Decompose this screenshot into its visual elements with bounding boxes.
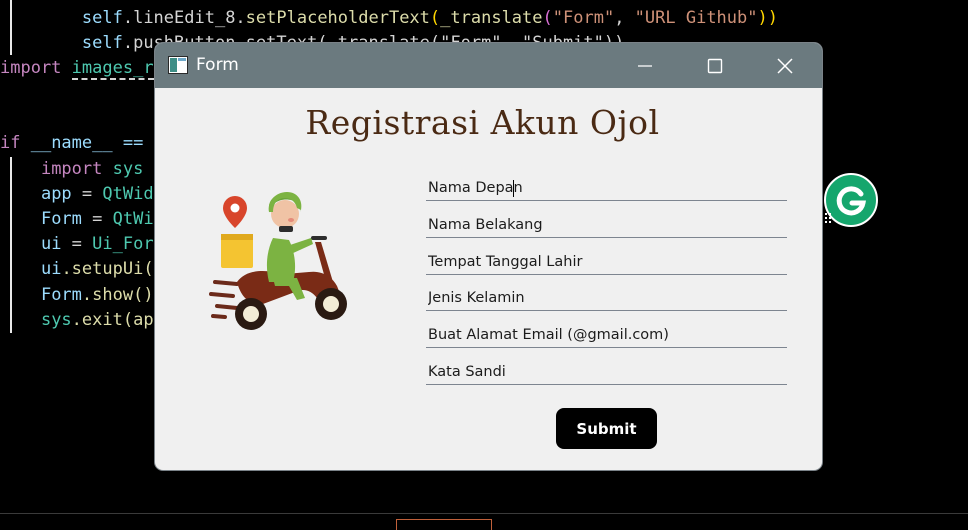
maximize-button[interactable] — [680, 43, 750, 88]
minimize-icon — [638, 64, 652, 67]
email-field[interactable] — [426, 323, 787, 348]
password-field[interactable] — [426, 360, 787, 385]
code-line: ui.setupUi( — [40, 259, 154, 279]
email-input[interactable] — [426, 323, 787, 347]
minimize-button[interactable] — [610, 43, 680, 88]
code-line: app = QtWid — [40, 184, 154, 204]
panel-divider — [0, 513, 968, 514]
submit-button[interactable]: Submit — [556, 408, 657, 449]
title-bar[interactable]: Form — [155, 43, 822, 88]
code-line: Form = QtWi — [40, 209, 154, 229]
code-line: ui = Ui_For — [40, 234, 154, 254]
app-window-icon — [168, 56, 188, 74]
code-line: if __name__ == — [0, 133, 154, 153]
delivery-scooter-illustration — [209, 192, 347, 330]
code-line: sys.exit(ap — [40, 310, 154, 330]
last-name-input[interactable] — [426, 213, 787, 237]
code-line: import images_r — [0, 58, 154, 80]
window-title: Form — [196, 55, 239, 75]
code-line: Form.show() — [40, 285, 154, 305]
birth-place-date-input[interactable] — [426, 250, 787, 274]
text-caret — [513, 180, 514, 197]
grammarly-handle-icon[interactable] — [824, 212, 834, 226]
form-window: Form Registrasi Akun Ojol Nama Depan Nam… — [155, 43, 822, 470]
close-icon — [777, 57, 793, 74]
maximize-icon — [707, 58, 723, 73]
panel-tab[interactable] — [396, 519, 492, 530]
close-button[interactable] — [750, 43, 820, 88]
password-input[interactable] — [426, 360, 787, 384]
gender-input[interactable] — [426, 286, 787, 310]
last-name-field[interactable] — [426, 213, 787, 238]
gender-field[interactable] — [426, 286, 787, 311]
first-name-input[interactable] — [426, 176, 787, 200]
page-title: Registrasi Akun Ojol — [305, 103, 660, 142]
first-name-field[interactable] — [426, 176, 787, 201]
code-line: import sys — [40, 159, 144, 179]
code-line: self.lineEdit_8.setPlaceholderText(_tran… — [81, 8, 778, 28]
birth-place-date-field[interactable] — [426, 250, 787, 275]
